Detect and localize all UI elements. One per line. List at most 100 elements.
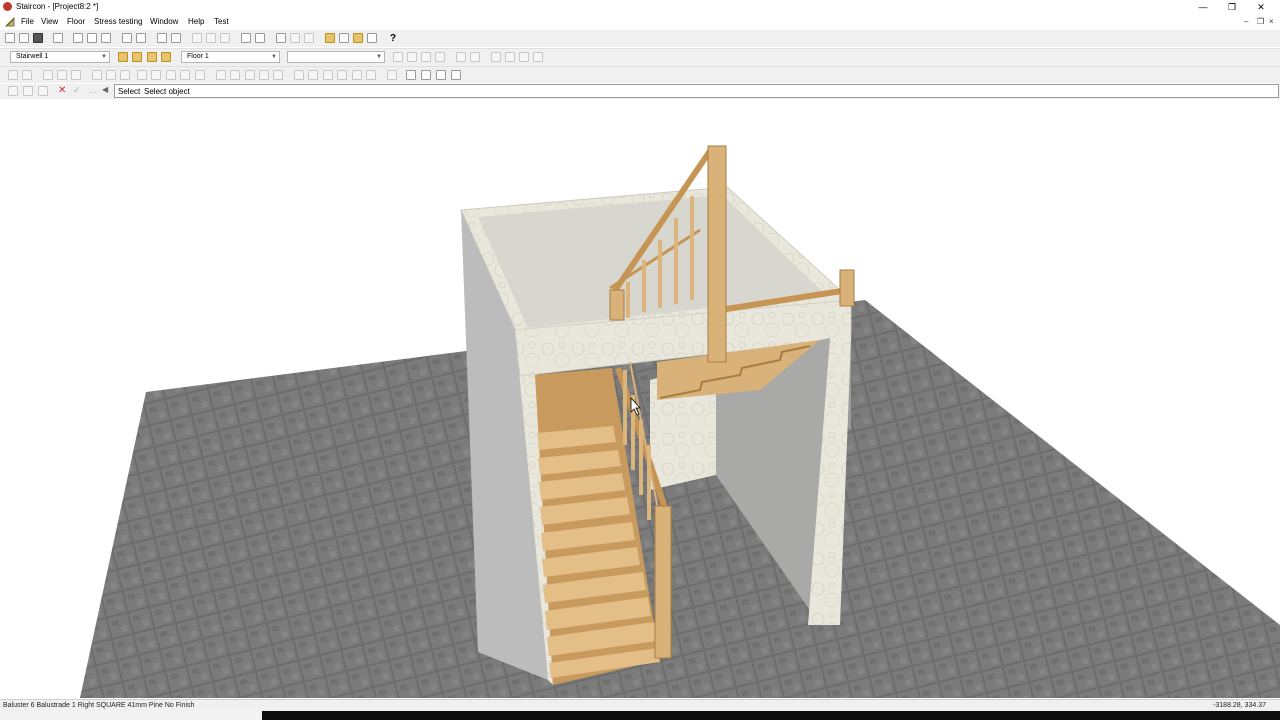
- save-icon[interactable]: [33, 33, 43, 43]
- zoom-out-icon[interactable]: [304, 33, 314, 43]
- align-top-icon[interactable]: [456, 52, 466, 62]
- edit-stair-icon[interactable]: [161, 52, 171, 62]
- cut-icon[interactable]: [192, 33, 202, 43]
- align-center-icon[interactable]: [407, 52, 417, 62]
- copy-icon[interactable]: [206, 33, 216, 43]
- view-2d-icon[interactable]: [136, 33, 146, 43]
- chevron-down-icon: ▼: [101, 54, 107, 60]
- rotate-icon[interactable]: [505, 52, 515, 62]
- hatch-tool-icon[interactable]: [195, 70, 205, 80]
- walkthrough-icon[interactable]: [436, 70, 446, 80]
- menu-test[interactable]: Test: [214, 17, 229, 26]
- dimension-tool-icon[interactable]: [216, 70, 226, 80]
- cmd-ortho-icon[interactable]: [8, 86, 18, 96]
- ortho-icon[interactable]: [367, 33, 377, 43]
- floor-select[interactable]: Floor 1 ▼: [181, 51, 280, 63]
- layout-icon[interactable]: [53, 33, 63, 43]
- align-bottom-icon[interactable]: [470, 52, 480, 62]
- command-input[interactable]: Select Select object: [114, 84, 1279, 98]
- paste-icon[interactable]: [220, 33, 230, 43]
- view-3d-icon[interactable]: [122, 33, 132, 43]
- new-file-icon[interactable]: [5, 33, 15, 43]
- menu-view[interactable]: View: [41, 17, 58, 26]
- stair-3d-scene[interactable]: [0, 100, 1280, 698]
- stair-shape-icon[interactable]: [132, 52, 142, 62]
- circle-tool-icon[interactable]: [137, 70, 147, 80]
- back-arrow-icon[interactable]: ◀: [102, 85, 108, 94]
- properties-tool-icon[interactable]: [387, 70, 397, 80]
- tread-tool-icon[interactable]: [57, 70, 67, 80]
- snap-line-icon[interactable]: [339, 33, 349, 43]
- mdi-minimize-button[interactable]: –: [1244, 17, 1248, 26]
- block-tool-icon[interactable]: [273, 70, 283, 80]
- menu-help[interactable]: Help: [188, 17, 204, 26]
- cross-tool-icon[interactable]: [120, 70, 130, 80]
- mdi-restore-button[interactable]: ❐: [1257, 17, 1264, 26]
- zoom-in-icon[interactable]: [290, 33, 300, 43]
- snap-point-icon[interactable]: [353, 33, 363, 43]
- floor-select-value: Floor 1: [187, 53, 209, 60]
- align-right-icon[interactable]: [421, 52, 431, 62]
- newel-post-bottom: [654, 505, 672, 659]
- spiral-tool-icon[interactable]: [180, 70, 190, 80]
- restore-button[interactable]: ❐: [1222, 1, 1242, 13]
- measure-icon[interactable]: [533, 52, 543, 62]
- riser-tool-icon[interactable]: [71, 70, 81, 80]
- line-tool-icon[interactable]: [92, 70, 102, 80]
- command-bar: ✕ ✓ … ◀ Select Select object: [0, 84, 1280, 99]
- opening-tool-icon[interactable]: [22, 70, 32, 80]
- layer-select[interactable]: ▼: [287, 51, 385, 63]
- move-icon[interactable]: [491, 52, 501, 62]
- print-icon[interactable]: [157, 33, 167, 43]
- cancel-icon[interactable]: ✕: [58, 85, 66, 96]
- mdi-close-button[interactable]: ×: [1269, 17, 1274, 26]
- fillet-tool-icon[interactable]: [337, 70, 347, 80]
- trim-tool-icon[interactable]: [294, 70, 304, 80]
- menu-stress-testing[interactable]: Stress testing: [94, 17, 142, 26]
- newel-post-right: [839, 269, 855, 307]
- cmd-relative-icon[interactable]: [38, 86, 48, 96]
- polyline-tool-icon[interactable]: [106, 70, 116, 80]
- stringer-tool-icon[interactable]: [43, 70, 53, 80]
- text-tool-icon[interactable]: [245, 70, 255, 80]
- close-button[interactable]: ✕: [1251, 1, 1271, 13]
- stairwell-properties-icon[interactable]: [118, 52, 128, 62]
- snap-grid-icon[interactable]: [325, 33, 335, 43]
- taskbar-strip: [0, 711, 1280, 720]
- export-3d-icon[interactable]: [451, 70, 461, 80]
- stairwell-select[interactable]: Stairwell 1 ▼: [10, 51, 110, 63]
- menu-file[interactable]: File: [21, 17, 34, 26]
- wall-tool-icon[interactable]: [8, 70, 18, 80]
- align-left-icon[interactable]: [393, 52, 403, 62]
- plan-view-icon[interactable]: [73, 33, 83, 43]
- section-view-icon[interactable]: [101, 33, 111, 43]
- camera-icon[interactable]: [421, 70, 431, 80]
- mirror-icon[interactable]: [519, 52, 529, 62]
- angle-tool-icon[interactable]: [230, 70, 240, 80]
- zoom-icon[interactable]: [276, 33, 286, 43]
- menu-window[interactable]: Window: [150, 17, 178, 26]
- more-icon[interactable]: …: [88, 85, 97, 95]
- chamfer-tool-icon[interactable]: [352, 70, 362, 80]
- print-preview-icon[interactable]: [171, 33, 181, 43]
- menu-floor[interactable]: Floor: [67, 17, 85, 26]
- open-folder-icon[interactable]: [19, 33, 29, 43]
- ellipse-tool-icon[interactable]: [166, 70, 176, 80]
- offset-tool-icon[interactable]: [323, 70, 333, 80]
- help-icon[interactable]: ?: [390, 33, 396, 44]
- balustrade-icon[interactable]: [147, 52, 157, 62]
- break-tool-icon[interactable]: [366, 70, 376, 80]
- chevron-down-icon: ▼: [271, 54, 277, 60]
- elevation-view-icon[interactable]: [87, 33, 97, 43]
- distribute-icon[interactable]: [435, 52, 445, 62]
- cmd-polar-icon[interactable]: [23, 86, 33, 96]
- leader-tool-icon[interactable]: [259, 70, 269, 80]
- extend-tool-icon[interactable]: [308, 70, 318, 80]
- render-icon[interactable]: [406, 70, 416, 80]
- undo-icon[interactable]: [241, 33, 251, 43]
- minimize-button[interactable]: —: [1193, 1, 1213, 13]
- viewport-3d[interactable]: [0, 100, 1280, 698]
- confirm-icon[interactable]: ✓: [73, 85, 81, 96]
- arc-tool-icon[interactable]: [151, 70, 161, 80]
- redo-icon[interactable]: [255, 33, 265, 43]
